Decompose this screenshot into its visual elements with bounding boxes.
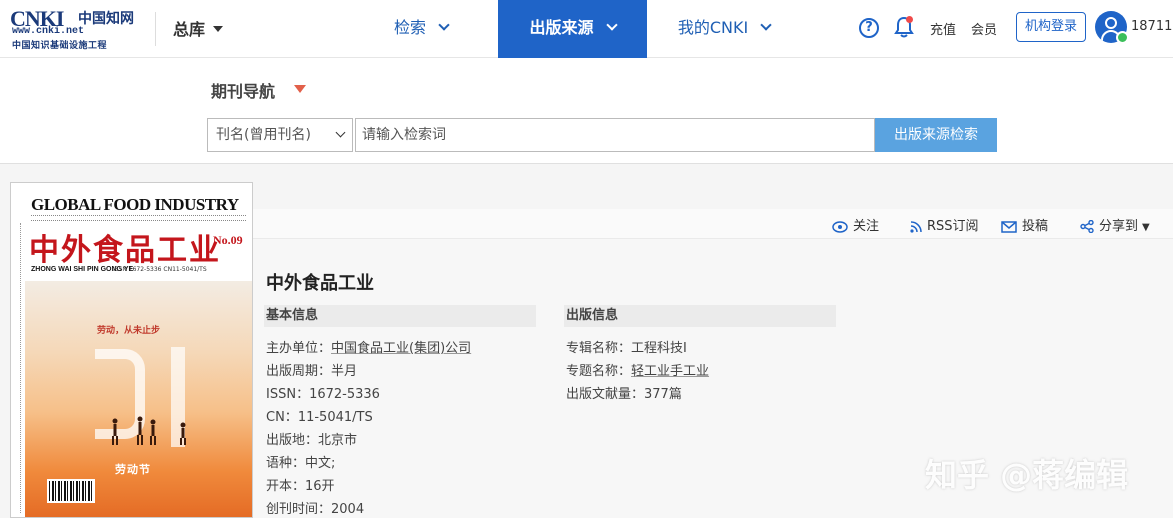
cover-issue-number: No.09: [213, 233, 243, 247]
cover-divider: [31, 215, 246, 218]
triangle-down-icon[interactable]: [294, 85, 306, 93]
topic-link[interactable]: 轻工业手工业: [631, 364, 709, 379]
row-label: 主办单位：: [266, 341, 332, 356]
basic-row-founded: 创刊时间：2004: [266, 498, 364, 517]
publish-row-album: 专辑名称：工程科技I: [566, 337, 687, 356]
row-label: CN：: [266, 410, 298, 425]
basic-row-format: 开本：16开: [266, 475, 335, 494]
caret-down-icon: ▼: [1142, 222, 1150, 233]
org-login-button[interactable]: 机构登录: [1016, 12, 1086, 42]
cnki-logo[interactable]: CNKI 中国知网 www.cnki.net 中国知识基础设施工程: [10, 6, 140, 51]
library-label: 总库: [173, 20, 206, 39]
cover-label: 劳动节: [115, 463, 151, 476]
basic-row-cn: CN：11-5041/TS: [266, 406, 373, 425]
workers-silhouette: [112, 416, 186, 445]
top-navbar: CNKI 中国知网 www.cnki.net 中国知识基础设施工程 总库 检索 …: [0, 0, 1173, 58]
row-label: 创刊时间：: [266, 502, 332, 517]
publish-row-count: 出版文献量：377篇: [566, 383, 682, 402]
row-value: 377篇: [644, 387, 682, 402]
row-label: 专辑名称：: [566, 341, 632, 356]
nav-divider: [155, 12, 156, 46]
watermark: 知乎 @蒋编辑: [925, 456, 1129, 494]
publish-row-topic: 专题名称：轻工业手工业: [566, 360, 709, 379]
cover-title-cn: 中外食品工业: [29, 233, 221, 268]
nav-search[interactable]: 检索: [376, 0, 466, 58]
row-value: 半月: [331, 364, 358, 379]
help-icon[interactable]: ?: [859, 18, 879, 38]
logo-cn-text: 中国知网: [78, 11, 134, 27]
caret-down-icon: [213, 25, 224, 32]
follow-label: 关注: [853, 219, 880, 234]
row-label: ISSN：: [266, 387, 310, 402]
cover-spine-text: [13, 223, 21, 513]
nav-source-label: 出版来源: [529, 18, 594, 37]
row-label: 出版地：: [266, 433, 319, 448]
sponsor-link[interactable]: 中国食品工业(集团)公司: [331, 341, 471, 356]
basic-row-issn: ISSN：1672-5336: [266, 383, 380, 402]
row-value: 1672-5336: [309, 387, 380, 402]
basic-info-header: 基本信息: [264, 305, 536, 327]
row-label: 语种：: [266, 456, 306, 471]
basic-row-language: 语种：中文;: [266, 452, 335, 471]
nav-mycnki-label: 我的CNKI: [677, 18, 749, 37]
rss-button[interactable]: RSS订阅: [910, 215, 979, 234]
rss-icon: [910, 220, 922, 233]
search-input[interactable]: 请输入检索词: [355, 118, 875, 152]
journal-title: 中外食品工业: [266, 273, 374, 294]
row-label: 出版周期：: [266, 364, 332, 379]
nav-publication-source[interactable]: 出版来源: [498, 0, 647, 58]
publish-info-header: 出版信息: [564, 305, 836, 327]
cover-photo: 劳动，从未止步 劳动节: [25, 281, 252, 517]
rss-label: RSS订阅: [927, 219, 979, 234]
submit-label: 投稿: [1022, 219, 1049, 234]
row-label: 开本：: [266, 479, 306, 494]
journal-nav-heading[interactable]: 期刊导航: [211, 78, 275, 102]
mail-icon: [1001, 220, 1017, 233]
row-value: 11-5041/TS: [297, 410, 373, 425]
cover-divider: [31, 220, 246, 223]
eye-icon: [832, 220, 848, 233]
submit-button[interactable]: 投稿: [1001, 215, 1048, 234]
row-value: 北京市: [318, 433, 358, 448]
avatar-head-icon: [1105, 17, 1117, 29]
logo-url-text: www.cnki.net: [12, 26, 85, 37]
verified-check-icon: [1116, 31, 1129, 44]
recharge-link[interactable]: 充值: [930, 19, 956, 38]
share-label: 分享到: [1099, 219, 1139, 234]
chevron-down-icon: [438, 19, 450, 31]
user-id[interactable]: 187116: [1131, 19, 1173, 34]
logo-sub-text: 中国知识基础设施工程: [12, 41, 108, 51]
search-field-value: 刊名(曾用刊名): [216, 127, 311, 143]
cover-title-en: GLOBAL FOOD INDUSTRY: [31, 195, 239, 214]
journal-cover[interactable]: GLOBAL FOOD INDUSTRY 中外食品工业 No.09 ZHONG …: [10, 182, 253, 518]
journal-toolbar: 关注 RSS订阅 投稿 分享到 ▼: [253, 209, 1173, 239]
row-label: 专题名称：: [566, 364, 632, 379]
nav-my-cnki[interactable]: 我的CNKI: [664, 0, 784, 58]
chevron-down-icon: [760, 19, 772, 31]
source-search-button[interactable]: 出版来源检索: [875, 118, 997, 152]
cover-issn: ISSN 1672-5336 CN11-5041/TS: [113, 266, 207, 273]
library-dropdown[interactable]: 总库: [173, 16, 224, 40]
row-label: 出版文献量：: [566, 387, 645, 402]
chevron-down-icon: [335, 127, 346, 138]
cover-barcode: [47, 479, 95, 503]
row-value: 16开: [305, 479, 335, 494]
basic-row-place: 出版地：北京市: [266, 429, 357, 448]
share-icon: [1080, 220, 1094, 233]
basic-row-period: 出版周期：半月: [266, 360, 357, 379]
cover-slogan: 劳动，从未止步: [97, 326, 161, 336]
member-link[interactable]: 会员: [971, 19, 997, 38]
share-button[interactable]: 分享到 ▼: [1080, 215, 1150, 234]
notification-dot: [906, 16, 913, 23]
basic-row-sponsor: 主办单位：中国食品工业(集团)公司: [266, 337, 471, 356]
chevron-down-icon: [605, 19, 618, 31]
row-value: 工程科技I: [631, 341, 687, 356]
search-field-select[interactable]: 刊名(曾用刊名): [207, 118, 353, 152]
follow-button[interactable]: 关注: [832, 215, 879, 234]
search-area: 期刊导航 刊名(曾用刊名) 请输入检索词 出版来源检索: [0, 58, 1173, 164]
row-value: 中文;: [305, 456, 336, 471]
row-value: 2004: [331, 502, 365, 517]
nav-search-label: 检索: [393, 18, 426, 37]
